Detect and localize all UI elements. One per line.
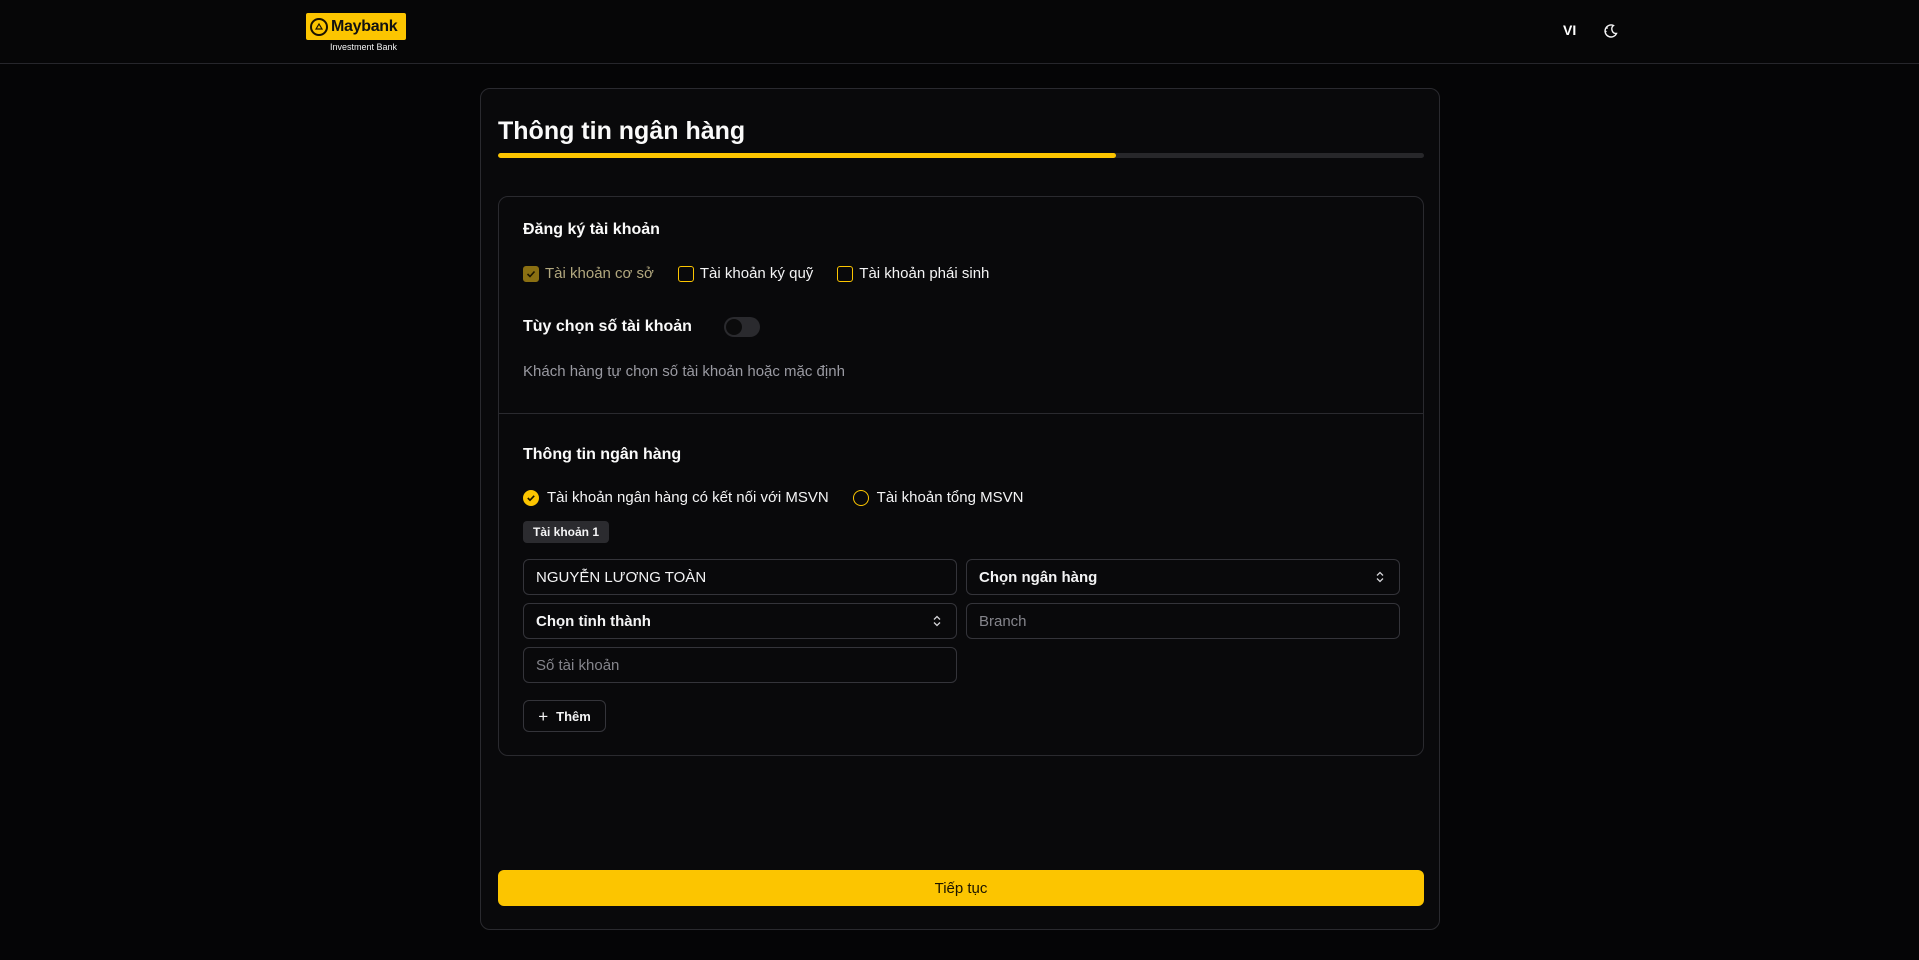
account-tag: Tài khoản 1 [523, 521, 610, 543]
checkbox-derivative-account[interactable]: Tài khoản phái sinh [837, 265, 989, 282]
account-type-checkboxes: Tài khoản cơ sở Tài khoản ký quỹ Tài kho… [523, 265, 1013, 282]
province-select-value: Chọn tỉnh thành [536, 612, 651, 630]
check-icon [526, 270, 536, 278]
custom-account-number-switch[interactable] [723, 317, 760, 337]
radio-linked-bank-account[interactable]: Tài khoản ngân hàng có kết nối với MSVN [523, 489, 829, 506]
radio-button[interactable] [523, 489, 539, 506]
radio-label: Tài khoản ngân hàng có kết nối với MSVN [547, 489, 829, 506]
bank-info-card: Thông tin ngân hàng Đăng ký tài khoản Tà… [480, 88, 1440, 930]
logo-badge: Maybank [306, 13, 406, 40]
plus-icon: + [538, 706, 549, 726]
account-number-input[interactable]: Số tài khoản [523, 647, 957, 683]
theme-toggle-icon[interactable] [1602, 22, 1620, 40]
checkbox-label: Tài khoản cơ sở [545, 265, 654, 282]
form-panel: Đăng ký tài khoản Tài khoản cơ sở Tài kh… [498, 196, 1424, 756]
bank-select[interactable]: Chọn ngân hàng [966, 559, 1400, 595]
maybank-logo[interactable]: Maybank Investment Bank [306, 13, 407, 53]
logo-text: Maybank [331, 17, 398, 35]
chevron-up-down-icon [1376, 571, 1384, 583]
bank-account-type-radios: Tài khoản ngân hàng có kết nối với MSVN … [523, 489, 1047, 506]
check-icon [527, 494, 535, 501]
bank-info-title: Thông tin ngân hàng [523, 446, 682, 463]
branch-input[interactable]: Branch [966, 603, 1400, 639]
top-header: Maybank Investment Bank VI [0, 0, 1919, 64]
logo-subtitle: Investment Bank [330, 42, 398, 52]
account-registration-title: Đăng ký tài khoản [523, 221, 660, 238]
switch-knob [725, 319, 742, 335]
section-divider [499, 413, 1423, 414]
page-title: Thông tin ngân hàng [498, 117, 746, 145]
radio-button[interactable] [852, 489, 869, 506]
province-select[interactable]: Chọn tỉnh thành [523, 603, 957, 639]
add-account-button[interactable]: + Thêm [523, 700, 606, 732]
chevron-up-down-icon [933, 615, 941, 627]
language-switcher[interactable]: VI [1563, 22, 1576, 38]
checkbox-box[interactable] [837, 265, 854, 282]
continue-button[interactable]: Tiếp tục [498, 870, 1424, 906]
checkbox-margin-account[interactable]: Tài khoản ký quỹ [677, 265, 814, 282]
checkbox-box[interactable] [523, 265, 539, 282]
custom-account-number-label: Tùy chọn số tài khoản [523, 318, 692, 335]
checkbox-base-account[interactable]: Tài khoản cơ sở [523, 265, 654, 282]
radio-label: Tài khoản tổng MSVN [876, 489, 1024, 506]
checkbox-label: Tài khoản ký quỹ [699, 265, 814, 282]
account-holder-input[interactable]: NGUYỄN LƯƠNG TOÀN [523, 559, 957, 595]
radio-msvn-master-account[interactable]: Tài khoản tổng MSVN [852, 489, 1024, 506]
checkbox-box[interactable] [677, 265, 694, 282]
tiger-icon [310, 17, 328, 36]
custom-number-helper-text: Khách hàng tự chọn số tài khoản hoặc mặc… [523, 363, 845, 380]
checkbox-label: Tài khoản phái sinh [859, 265, 990, 282]
add-account-label: Thêm [556, 708, 591, 724]
custom-account-number-row: Tùy chọn số tài khoản [523, 317, 760, 337]
step-progress-bar [498, 153, 1424, 158]
progress-fill [498, 153, 1116, 158]
bank-select-value: Chọn ngân hàng [979, 568, 1098, 586]
